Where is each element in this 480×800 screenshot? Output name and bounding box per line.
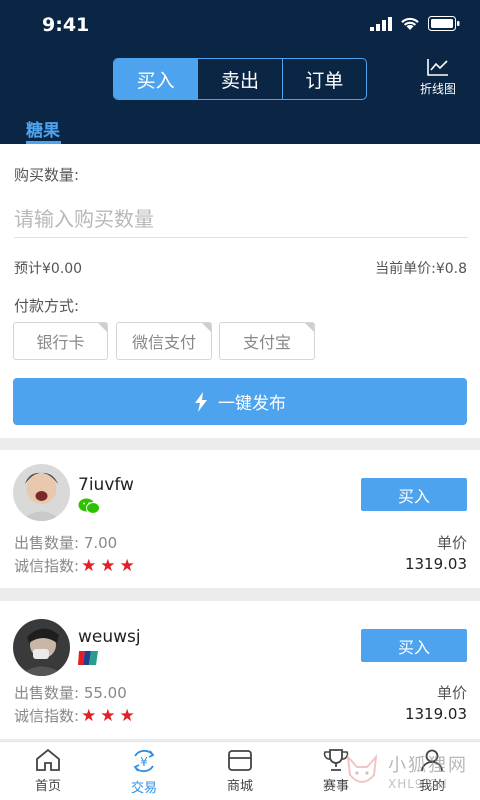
battery-icon (428, 16, 460, 31)
wechat-icon (78, 498, 100, 514)
sell-quantity: 出售数量: 55.00 (14, 684, 127, 702)
tab-trade[interactable]: ¥ 交易 (96, 742, 192, 800)
signal-icon (370, 16, 392, 31)
pay-wechat-button[interactable]: 微信支付 (116, 322, 212, 360)
segment-sell[interactable]: 卖出 (198, 59, 283, 99)
line-chart-icon (427, 59, 448, 76)
home-icon (36, 748, 60, 771)
buy-button[interactable]: 买入 (361, 629, 467, 662)
tab-mall-label: 商城 (226, 779, 253, 794)
shop-icon (228, 750, 252, 771)
tab-home[interactable]: 首页 (0, 742, 96, 800)
fox-logo-icon (346, 754, 378, 783)
avatar (13, 464, 70, 521)
listing-card: weuwsj 买入 出售数量: 55.00 诚信指数: ★★★ 单价 1319.0… (0, 601, 480, 739)
watermark-cn: 小狐狸网 (388, 755, 468, 776)
category-tab-candy[interactable]: 糖果 (26, 116, 60, 141)
publish-label: 一键发布 (218, 394, 286, 414)
line-chart-label: 折线图 (419, 82, 456, 96)
estimate-text: 预计¥0.00 (14, 261, 83, 277)
status-icons (370, 16, 460, 31)
credit-index: 诚信指数: ★★★ (14, 555, 139, 576)
seller-username: weuwsj (78, 627, 141, 647)
seller-username: 7iuvfw (78, 475, 134, 495)
credit-index: 诚信指数: ★★★ (14, 705, 139, 726)
tab-mall[interactable]: 商城 (192, 742, 288, 800)
credit-label: 诚信指数: (14, 557, 80, 575)
yuan-exchange-icon: ¥ (133, 749, 155, 773)
unit-price-value: 1319.03 (404, 705, 467, 723)
lightning-icon (195, 391, 207, 412)
status-time: 9:41 (42, 14, 90, 36)
listing-card: 7iuvfw 买入 出售数量: 7.00 诚信指数: ★★★ 单价 1319.03 (0, 450, 480, 588)
sell-quantity: 出售数量: 7.00 (14, 534, 118, 552)
credit-stars: ★★★ (81, 556, 139, 576)
bank-card-icon (78, 651, 98, 665)
unit-price-label: 单价 (436, 684, 467, 702)
pay-method-label: 付款方式: (14, 297, 80, 315)
buy-button[interactable]: 买入 (361, 478, 467, 511)
current-unit-price: 当前单价:¥0.8 (375, 261, 467, 277)
qty-label: 购买数量: (14, 166, 80, 184)
tab-trade-label: 交易 (130, 781, 157, 796)
svg-text:¥: ¥ (140, 755, 148, 769)
pay-bank-card-button[interactable]: 银行卡 (13, 322, 108, 360)
line-chart-link[interactable]: 折线图 (414, 58, 462, 97)
unit-price-label: 单价 (436, 534, 467, 552)
watermark: 小狐狸网 XHL9.CN (342, 744, 476, 798)
unit-price-value: 1319.03 (404, 555, 467, 573)
header: 9:41 买入 卖出 订单 折线图 糖果 (0, 0, 480, 144)
wifi-icon (401, 17, 419, 30)
credit-stars: ★★★ (81, 706, 139, 726)
pay-alipay-button[interactable]: 支付宝 (219, 322, 315, 360)
publish-button[interactable]: 一键发布 (13, 378, 467, 425)
tab-home-label: 首页 (34, 779, 61, 794)
qty-input[interactable] (14, 200, 468, 238)
segment-buy[interactable]: 买入 (114, 59, 199, 99)
avatar (13, 619, 70, 676)
credit-label: 诚信指数: (14, 707, 80, 725)
watermark-en: XHL9.CN (388, 777, 448, 791)
trade-segment-control: 买入 卖出 订单 (113, 58, 367, 100)
segment-orders[interactable]: 订单 (283, 59, 366, 99)
buy-form: 购买数量: 预计¥0.00 当前单价:¥0.8 付款方式: 银行卡 微信支付 支… (0, 144, 480, 438)
